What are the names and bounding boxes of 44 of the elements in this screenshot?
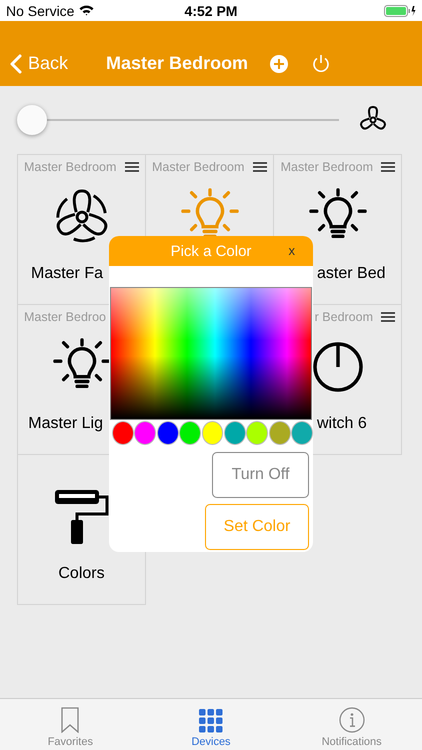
color-swatch[interactable]	[179, 421, 202, 445]
power-icon[interactable]	[312, 54, 330, 74]
slider-thumb[interactable]	[17, 105, 47, 135]
dialog-title: Pick a Color	[170, 242, 252, 260]
grid-icon	[199, 709, 223, 733]
tab[interactable]: Notifications	[281, 699, 422, 750]
device-name: witch 6	[317, 415, 367, 433]
info-icon	[338, 707, 365, 733]
room-name: Master Bedroo	[24, 310, 106, 324]
tab[interactable]: Devices	[140, 699, 282, 750]
color-spectrum[interactable]	[110, 287, 312, 420]
battery-icon	[384, 4, 416, 16]
room-name: Master Bedroom	[24, 160, 116, 174]
carrier: No Service	[6, 2, 74, 18]
color-swatch[interactable]	[224, 421, 246, 445]
page-title: Master Bedroom	[106, 53, 248, 74]
device-name: Master Lig	[28, 415, 103, 433]
device-name: aster Bed	[317, 265, 386, 283]
device-name: Master Fa	[30, 265, 103, 283]
chevron-icon	[10, 54, 22, 74]
color-swatch[interactable]	[246, 421, 268, 445]
power-icon	[312, 341, 364, 393]
turn-off-button[interactable]: Turn Off	[212, 452, 309, 498]
back-button[interactable]: Back	[10, 53, 68, 74]
device-name: Colors	[58, 565, 105, 583]
color-swatch[interactable]	[112, 421, 134, 445]
bookmark-icon	[61, 707, 80, 733]
add-icon[interactable]	[270, 54, 288, 72]
color-swatch[interactable]	[291, 421, 313, 445]
menu-icon[interactable]	[381, 312, 395, 322]
menu-icon[interactable]	[381, 162, 395, 172]
clock: 4:52 PM	[184, 2, 238, 18]
color-swatch[interactable]	[268, 421, 291, 445]
color-swatch[interactable]	[156, 421, 179, 445]
tab[interactable]: Favorites	[0, 699, 141, 750]
menu-icon[interactable]	[125, 162, 139, 172]
close-button[interactable]: x	[288, 243, 295, 258]
wifi-icon	[79, 5, 94, 16]
room-name: Master Bedroom	[280, 160, 373, 174]
room-name: Master Bedroom	[152, 160, 244, 174]
color-swatch[interactable]	[202, 421, 224, 445]
color-swatch[interactable]	[134, 421, 156, 445]
room-name: r Bedroom	[314, 310, 373, 324]
menu-icon[interactable]	[253, 162, 267, 172]
